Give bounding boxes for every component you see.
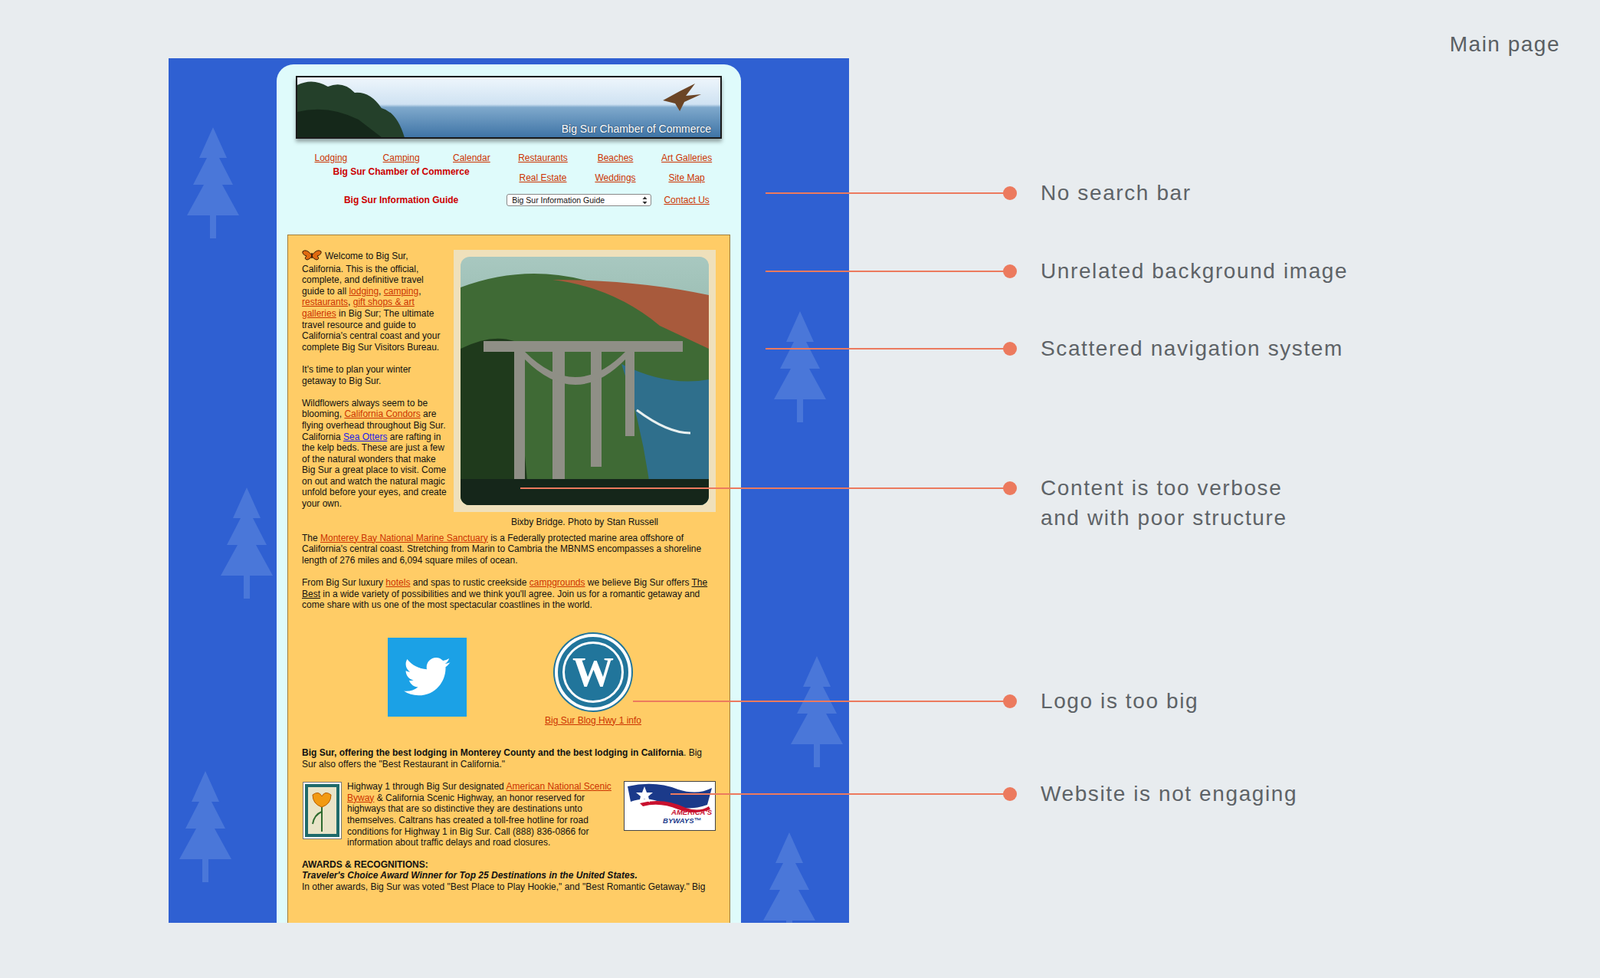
callout-text: Content is too verbose (1040, 472, 1288, 503)
callout-text: Unrelated background image (1040, 255, 1348, 286)
tree-icon (182, 127, 244, 253)
callout-text: Website is not engaging (1040, 778, 1298, 809)
text-run: we believe Big Sur offers (585, 577, 692, 588)
nav-link[interactable]: Weddings (594, 172, 636, 184)
callout-label: No search bar (1040, 177, 1192, 208)
guide-label: Big Sur Information Guide (344, 194, 459, 206)
text-run: From Big Sur luxury (301, 577, 386, 588)
callout-text: No search bar (1040, 177, 1192, 208)
contact-link[interactable]: Contact Us (663, 194, 709, 206)
poppy-icon (303, 782, 341, 839)
nav-link[interactable]: Site Map (668, 172, 705, 184)
callout-label: Unrelated background image (1040, 255, 1348, 286)
social-links: W Big Sur Blog Hwy 1 info (301, 633, 716, 727)
wordpress-mark: W (562, 641, 624, 703)
logo-words: AMERICA'SBYWAYS™ (624, 781, 715, 827)
byway-block: Highway 1 through Big Sur designated Ame… (301, 780, 716, 849)
blog-link-group: W Big Sur Blog Hwy 1 info (535, 633, 651, 727)
callout-label: Scattered navigation system (1040, 333, 1344, 364)
text-run: The (301, 532, 321, 544)
nav-link[interactable]: Real Estate (518, 172, 567, 184)
callout-dot (1003, 264, 1017, 279)
callout-dot (1003, 341, 1017, 356)
wordpress-logo[interactable]: W (554, 633, 632, 711)
text-run: , (378, 285, 384, 297)
photo-figure: Bixby Bridge. Photo by Stan Russell (453, 249, 716, 528)
chamber-label: Big Sur Chamber of Commerce (333, 166, 470, 178)
logo-word: BYWAYS™ (662, 816, 712, 825)
callout-line (765, 270, 1010, 273)
page-title: Main page (1449, 32, 1561, 57)
callout-label: Logo is too big (1040, 685, 1199, 716)
awards: AWARDS & RECOGNITIONS:Traveler's Choice … (301, 859, 716, 893)
website-screenshot: Big Sur Chamber of Commerce Lodging Campin… (168, 58, 850, 923)
tree-icon (216, 487, 278, 614)
banner-title: Big Sur Chamber of Commerce (561, 122, 712, 135)
body-paragraph: The Monterey Bay National Marine Sanctua… (301, 532, 716, 567)
callout-label: Content is too verboseand with poor stru… (1040, 472, 1288, 533)
callout-dot (1003, 694, 1017, 709)
text-link[interactable]: campgrounds (529, 577, 586, 588)
text-run: in a wide variety of possibilities and w… (301, 588, 700, 611)
nav-link[interactable]: Camping (383, 152, 420, 164)
tree-icon (786, 655, 848, 782)
photo-caption: Bixby Bridge. Photo by Stan Russell (453, 516, 716, 528)
callout-text: Logo is too big (1040, 685, 1199, 716)
guide-select[interactable]: Big Sur Information Guide (506, 193, 652, 207)
nav-link[interactable]: Calendar (452, 152, 491, 164)
blog-link[interactable]: Big Sur Blog Hwy 1 info (544, 714, 642, 727)
navigation: Lodging Camping Calendar Restaurants Beaches… (295, 149, 722, 212)
text-run: are rafting in the kelp beds. These are … (301, 431, 447, 510)
twitter-icon[interactable] (387, 637, 467, 717)
tree-icon (769, 311, 831, 437)
tree-icon (758, 832, 820, 923)
callout-line (765, 347, 1010, 350)
awards-highlight: Traveler's Choice Award Winner for Top 2… (301, 869, 716, 882)
butterfly-icon (301, 249, 322, 264)
text-link[interactable]: lodging (348, 285, 379, 297)
nav-link[interactable]: Restaurants (518, 152, 568, 164)
awards-heading: AWARDS & RECOGNITIONS: (301, 859, 716, 871)
callout-label: Website is not engaging (1040, 778, 1298, 809)
text-run: and spas to rustic creekside (409, 577, 529, 588)
text-link[interactable]: Sea Otters (343, 431, 387, 443)
awards-text: In other awards, Big Sur was voted "Best… (301, 881, 716, 893)
nav-link[interactable]: Beaches (597, 152, 634, 164)
updown-icon (642, 196, 648, 205)
text-run: Big Sur, offering the best lodging in Mo… (301, 747, 684, 758)
nav-link[interactable]: Lodging (314, 152, 348, 164)
nav-link[interactable]: Art Galleries (661, 152, 712, 164)
page-panel: Big Sur Chamber of Commerce Lodging Campin… (276, 64, 741, 923)
text-run: , (347, 296, 354, 308)
callout-dot (1003, 481, 1017, 496)
americas-byways-logo: AMERICA'SBYWAYS™ (623, 780, 716, 831)
text-run: It's time to plan your winter getaway to… (301, 363, 411, 387)
text-run: , (418, 285, 421, 297)
logo-word: AMERICA'S (671, 807, 712, 817)
annotations: No search bar Unrelated background image S… (0, 0, 1600, 978)
bridge-photo (453, 249, 716, 512)
text-link[interactable]: California Condors (344, 408, 420, 420)
callout-text: Scattered navigation system (1040, 333, 1344, 364)
text-link[interactable]: Monterey Bay National Marine Sanctuary (320, 532, 489, 544)
callout-dot (1003, 786, 1017, 801)
callout-line (765, 192, 1010, 194)
body-paragraph: From Big Sur luxury hotels and spas to r… (301, 577, 716, 611)
main-content: Bixby Bridge. Photo by Stan RussellWelco… (287, 234, 731, 923)
text-link[interactable]: restaurants (301, 296, 348, 308)
byway-text: Highway 1 through Big Sur designated Ame… (347, 780, 620, 849)
tagline: Big Sur, offering the best lodging in Mo… (301, 747, 716, 770)
text-run: & California Scenic Highway, an honor re… (347, 792, 590, 848)
text-run: Highway 1 through Big Sur designated (347, 780, 506, 792)
callout-dot (1003, 186, 1017, 200)
text-link[interactable]: hotels (385, 577, 410, 588)
select-value: Big Sur Information Guide (511, 195, 605, 205)
tree-icon (174, 770, 237, 897)
text-link[interactable]: camping (383, 285, 419, 297)
callout-text: and with poor structure (1040, 502, 1288, 533)
header-banner: Big Sur Chamber of Commerce (295, 75, 722, 139)
